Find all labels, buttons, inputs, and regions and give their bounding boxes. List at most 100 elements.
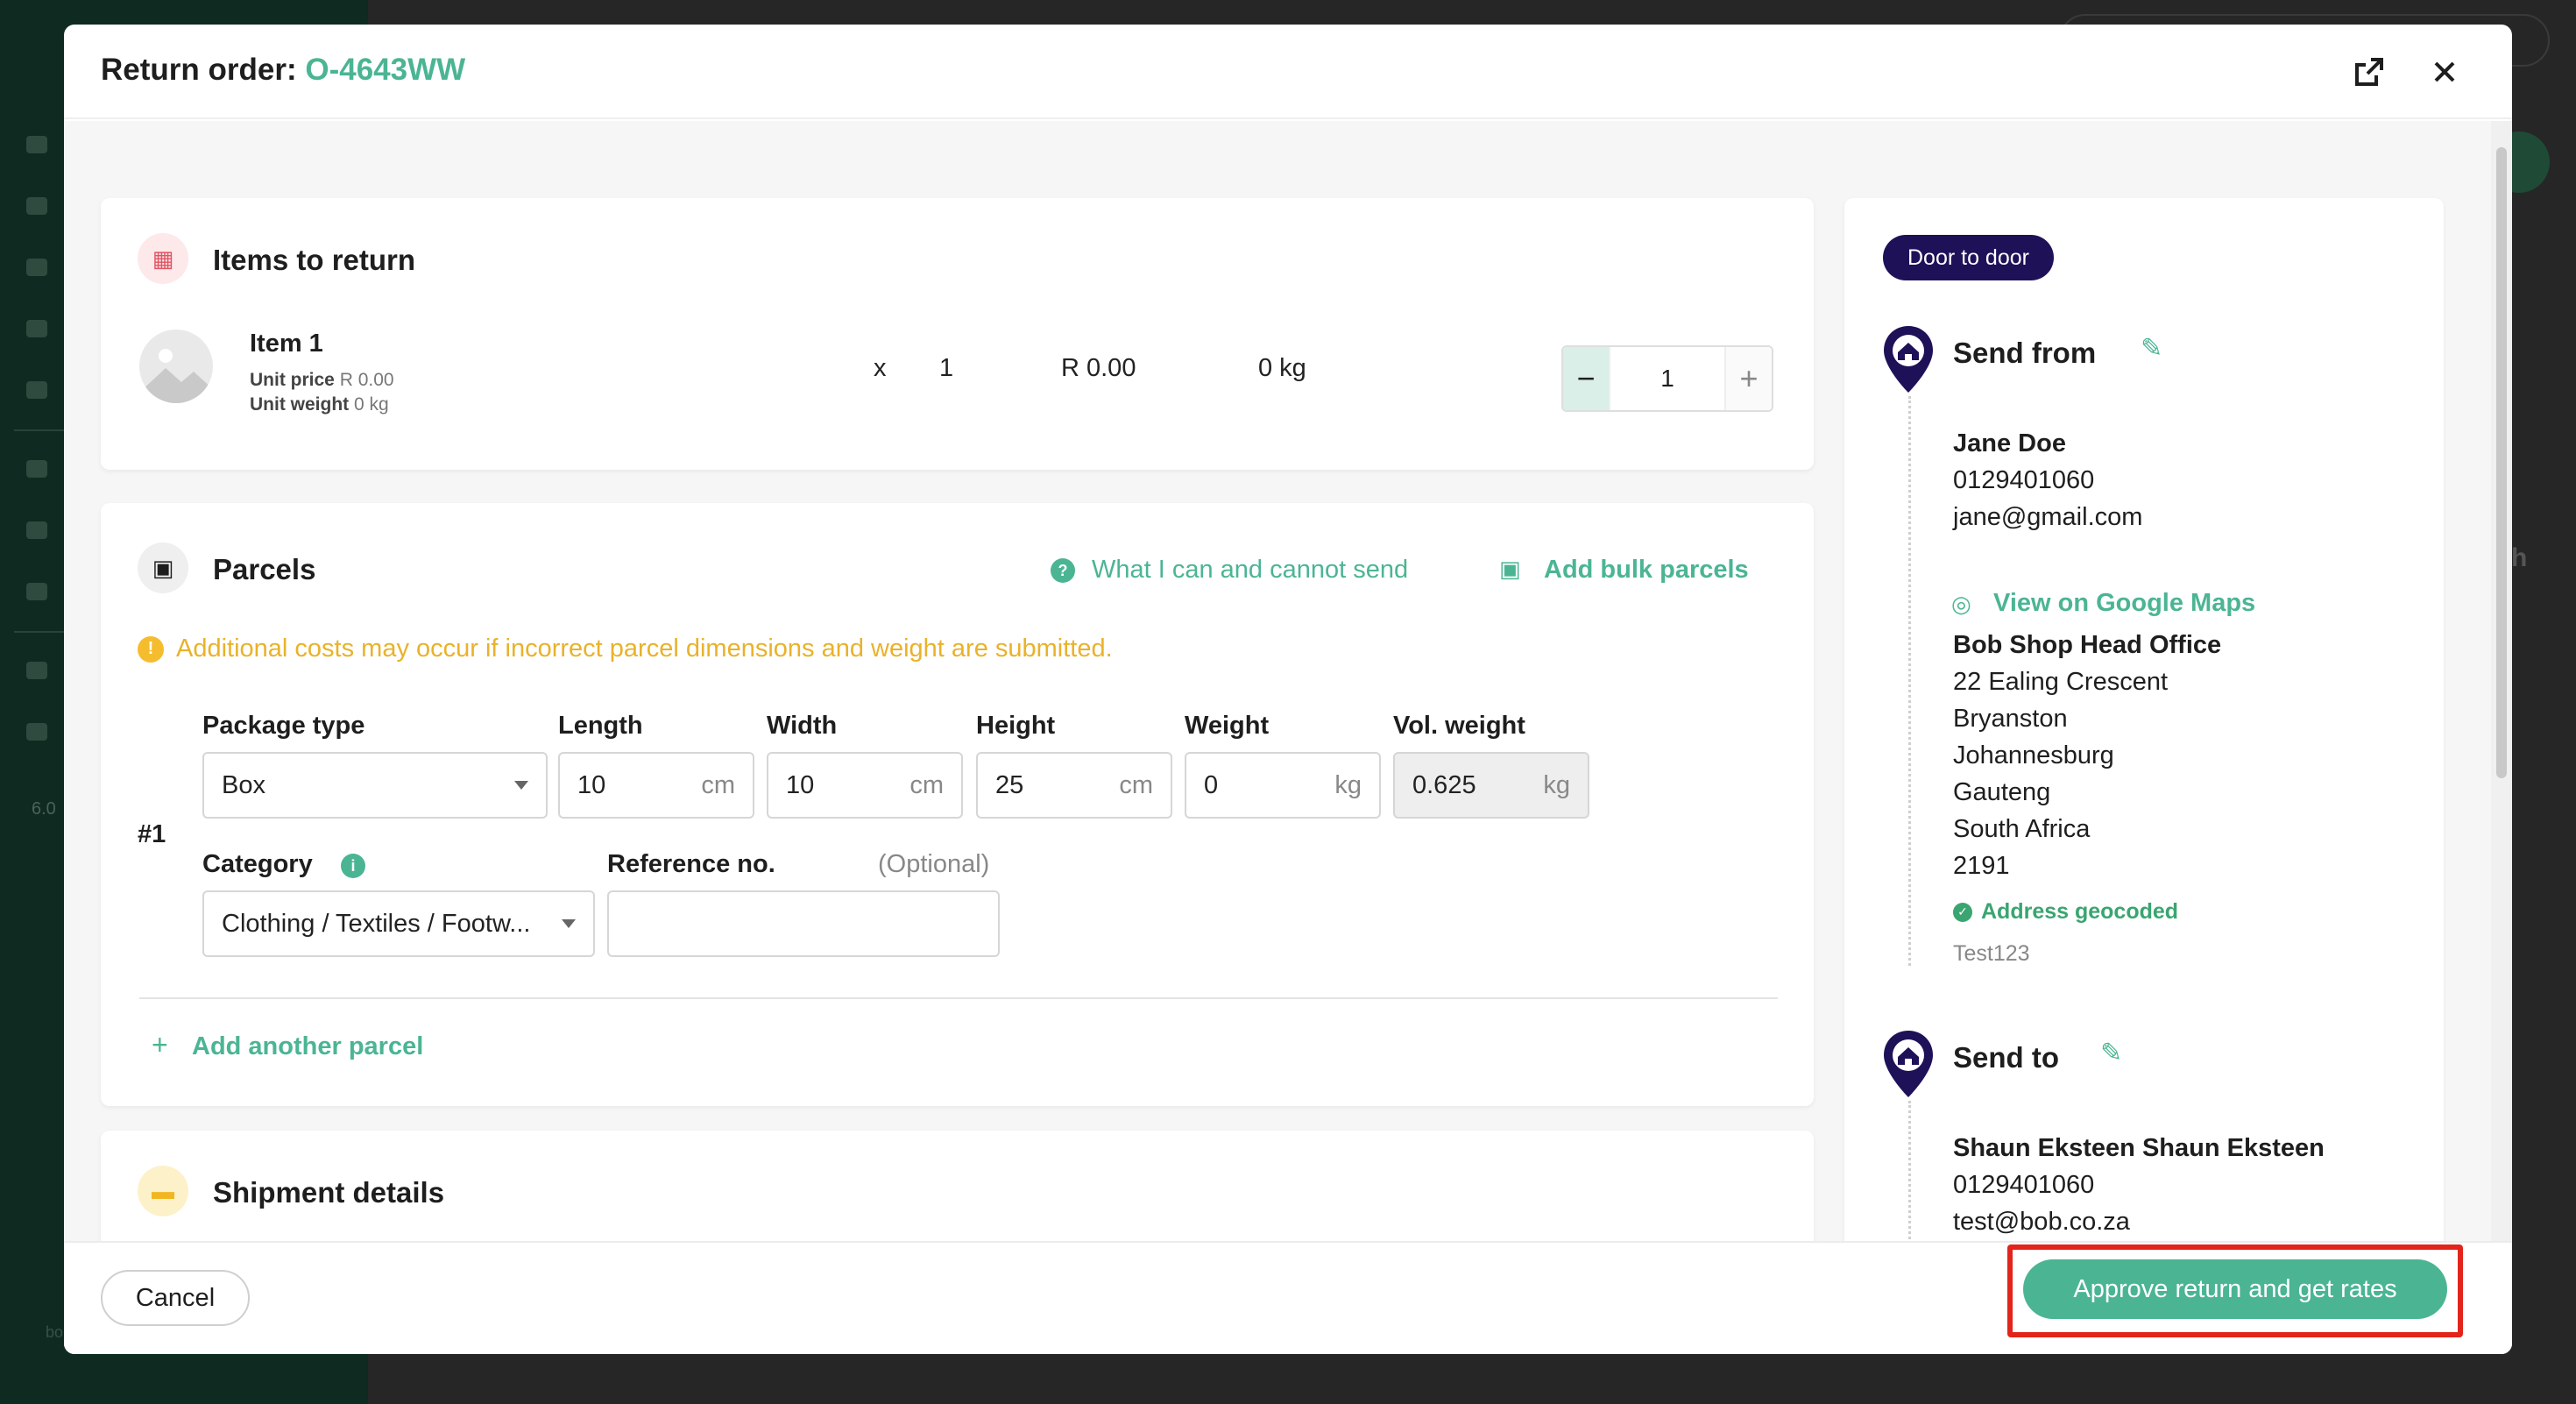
weight-label: Weight (1185, 712, 1270, 740)
to-email: test@bob.co.za (1953, 1208, 2130, 1236)
parcels-title: Parcels (213, 553, 316, 585)
order-id-link[interactable]: O-4643WW (305, 53, 465, 87)
item-qty: 1 (939, 354, 954, 382)
warning-text: Additional costs may occur if incorrect … (176, 635, 1113, 663)
timeline-line (1908, 396, 1911, 966)
divider (139, 997, 1778, 999)
parcel-icon: ▣ (138, 542, 188, 593)
bg-truck-icon (26, 320, 47, 337)
item-total-price: R 0.00 (1061, 354, 1136, 382)
question-icon: ? (1051, 558, 1075, 583)
title-prefix: Return order: (101, 53, 297, 87)
globe-icon: ◎ (1951, 591, 1971, 617)
address-line: 2191 (1953, 852, 2010, 880)
location-pin-icon (1884, 1031, 1933, 1097)
height-label: Height (976, 712, 1056, 740)
add-bulk-parcels-link[interactable]: Add bulk parcels (1544, 556, 1749, 585)
reference-label: Reference no. (607, 850, 775, 878)
bg-divider (14, 429, 67, 431)
weight-field[interactable]: 0 kg (1185, 752, 1381, 819)
return-order-modal: Return order: O-4643WW ▦ Items to return… (64, 25, 2512, 1354)
width-field[interactable]: 10 cm (767, 752, 963, 819)
address-line: Bob Shop Head Office (1953, 631, 2222, 659)
unit-price: Unit price R 0.00 (250, 370, 394, 390)
from-email: jane@gmail.com (1953, 503, 2143, 531)
height-field[interactable]: 25 cm (976, 752, 1172, 819)
boxes-icon: ▦ (138, 233, 188, 284)
address-line: South Africa (1953, 815, 2091, 843)
address-panel: Door to door Send from ✎ Jane Doe 012940… (1844, 198, 2444, 1241)
cancel-button[interactable]: Cancel (101, 1270, 250, 1326)
package-type-select[interactable]: Box (202, 752, 548, 819)
bg-chart-icon (26, 136, 47, 153)
bg-invoice-icon (26, 381, 47, 399)
edit-pencil-icon[interactable]: ✎ (2141, 333, 2162, 364)
bg-version: 6.0 (32, 799, 56, 819)
address-line: Johannesburg (1953, 741, 2114, 769)
from-phone: 0129401060 (1953, 466, 2095, 494)
bg-cart-icon (26, 521, 47, 539)
modal-body: ▦ Items to return Item 1 Unit price R 0.… (64, 121, 2491, 1241)
quantity-value[interactable]: 1 (1609, 347, 1726, 410)
address-line: Bryanston (1953, 705, 2068, 733)
bg-boxes-icon (26, 460, 47, 478)
shipment-card: ▬ Shipment details (101, 1131, 1814, 1241)
items-title: Items to return (213, 244, 416, 276)
edit-pencil-icon[interactable]: ✎ (2100, 1038, 2122, 1068)
send-to-title: Send to (1953, 1041, 2059, 1074)
warning-icon: ! (138, 635, 164, 663)
check-icon: ✓ (1953, 902, 1972, 922)
package-type-label: Package type (202, 712, 365, 740)
decrement-button[interactable]: − (1563, 347, 1609, 410)
approve-return-button[interactable]: Approve return and get rates (2023, 1259, 2447, 1319)
length-field[interactable]: 10 cm (558, 752, 754, 819)
times-sign: x (874, 354, 887, 382)
shipment-title: Shipment details (213, 1176, 445, 1209)
truck-icon: ▬ (138, 1166, 188, 1216)
bg-star-icon (26, 662, 47, 679)
vol-weight-label: Vol. weight (1393, 712, 1525, 740)
item-name: Item 1 (250, 330, 323, 358)
bg-letter: h (2511, 543, 2528, 572)
modal-title: Return order: O-4643WW (101, 53, 465, 88)
location-pin-icon (1884, 326, 1933, 393)
add-another-parcel-link[interactable]: Add another parcel (192, 1032, 423, 1061)
length-label: Length (558, 712, 643, 740)
quantity-stepper: − 1 + (1561, 345, 1773, 412)
bg-divider (14, 631, 67, 633)
modal-header: Return order: O-4643WW (64, 25, 2512, 119)
geocoded-status: ✓ Address geocoded (1953, 899, 2178, 925)
address-line: Gauteng (1953, 778, 2051, 806)
bg-orders-icon (26, 197, 47, 215)
what-can-send-link[interactable]: What I can and cannot send (1092, 556, 1408, 585)
width-label: Width (767, 712, 838, 740)
address-note: Test123 (1953, 941, 2030, 966)
category-label: Category (202, 850, 313, 878)
parcels-card: ▣ Parcels ? What I can and cannot send ▣… (101, 503, 1814, 1106)
item-total-weight: 0 kg (1258, 354, 1306, 382)
increment-button[interactable]: + (1726, 347, 1772, 410)
to-phone: 0129401060 (1953, 1171, 2095, 1199)
bg-transfer-icon (26, 259, 47, 276)
item-image (139, 330, 213, 403)
scrollbar-thumb[interactable] (2496, 147, 2507, 778)
external-link-icon[interactable] (2352, 54, 2387, 89)
unit-weight: Unit weight 0 kg (250, 394, 389, 415)
google-maps-link[interactable]: View on Google Maps (1993, 589, 2255, 618)
send-from-title: Send from (1953, 337, 2097, 369)
scrollbar[interactable] (2491, 121, 2512, 1241)
bulk-parcels-icon: ▣ (1499, 556, 1521, 582)
timeline-line (1908, 1101, 1911, 1241)
bg-gear-icon (26, 723, 47, 741)
info-icon[interactable]: i (341, 854, 365, 878)
delivery-type-badge: Door to door (1883, 235, 2054, 280)
chevron-down-icon (514, 781, 528, 790)
items-card: ▦ Items to return Item 1 Unit price R 0.… (101, 198, 1814, 470)
close-icon[interactable] (2427, 54, 2462, 89)
address-line: 22 Ealing Crescent (1953, 668, 2169, 696)
to-name: Shaun Eksteen Shaun Eksteen (1953, 1134, 2325, 1162)
category-select[interactable]: Clothing / Textiles / Footw... (202, 890, 595, 957)
reference-input[interactable] (607, 890, 1000, 957)
modal-footer: Cancel Approve return and get rates (64, 1241, 2512, 1354)
parcel-warning: ! Additional costs may occur if incorrec… (138, 635, 1113, 663)
